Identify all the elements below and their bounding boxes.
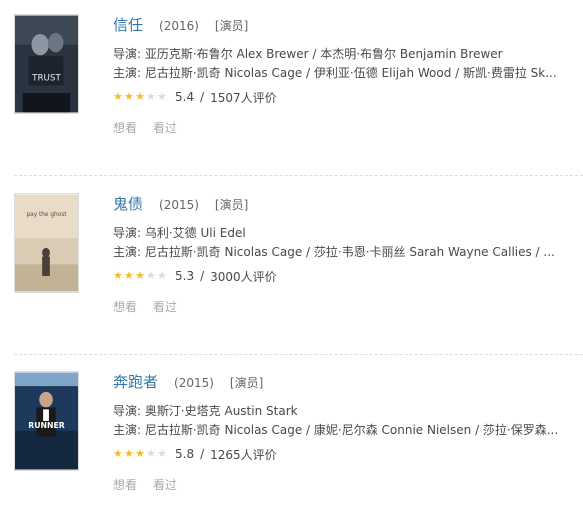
star-filled-icon: ★ bbox=[124, 90, 134, 103]
star-filled-icon: ★ bbox=[124, 269, 134, 282]
item-divider bbox=[14, 354, 583, 355]
watched-button[interactable]: 看过 bbox=[153, 121, 177, 135]
filmography-list: TRUST 信任 (2016) [演员] 导演: 亚历克斯·布鲁尔 Alex B… bbox=[0, 0, 583, 511]
item-divider bbox=[14, 175, 583, 176]
movie-actions: 想看 看过 bbox=[113, 476, 583, 493]
movie-role: [演员] bbox=[214, 19, 249, 33]
want-to-watch-button[interactable]: 想看 bbox=[113, 121, 137, 135]
movie-info: 奔跑者 (2015) [演员] 导演: 奥斯汀·史塔克 Austin Stark… bbox=[113, 371, 583, 493]
movie-poster[interactable]: pay the ghost bbox=[14, 193, 79, 293]
star-empty-icon: ★ bbox=[146, 90, 156, 103]
want-to-watch-button[interactable]: 想看 bbox=[113, 478, 137, 492]
movie-year: (2016) bbox=[159, 19, 199, 33]
star-filled-icon: ★ bbox=[135, 269, 145, 282]
movie-director: 导演: 亚历克斯·布鲁尔 Alex Brewer / 本杰明·布鲁尔 Benja… bbox=[113, 47, 503, 61]
movie-year: (2015) bbox=[159, 198, 199, 212]
star-empty-icon: ★ bbox=[146, 269, 156, 282]
movie-actions: 想看 看过 bbox=[113, 298, 583, 315]
star-filled-icon: ★ bbox=[124, 447, 134, 460]
poster-image: RUNNER bbox=[15, 372, 78, 470]
movie-director: 导演: 乌利·艾德 Uli Edel bbox=[113, 226, 246, 240]
rating-votes: 3000人评价 bbox=[210, 269, 277, 284]
movie-title-link[interactable]: 信任 bbox=[113, 14, 143, 35]
star-filled-icon: ★ bbox=[113, 90, 123, 103]
rating-score: 5.3 bbox=[175, 269, 195, 283]
star-filled-icon: ★ bbox=[113, 269, 123, 282]
movie-info: 信任 (2016) [演员] 导演: 亚历克斯·布鲁尔 Alex Brewer … bbox=[113, 14, 583, 136]
star-filled-icon: ★ bbox=[135, 90, 145, 103]
movie-item: RUNNER 奔跑者 (2015) [演员] 导演: 奥斯汀·史塔克 Austi… bbox=[0, 371, 583, 511]
movie-rating: ★ ★ ★ ★ ★ 5.4 / 1507人评价 bbox=[113, 88, 583, 106]
rating-votes: 1507人评价 bbox=[210, 90, 277, 105]
movie-poster[interactable]: TRUST bbox=[14, 14, 79, 114]
movie-actions: 想看 看过 bbox=[113, 119, 583, 136]
star-filled-icon: ★ bbox=[113, 447, 123, 460]
svg-text:RUNNER: RUNNER bbox=[28, 421, 65, 430]
movie-poster[interactable]: RUNNER bbox=[14, 371, 79, 471]
movie-title-link[interactable]: 奔跑者 bbox=[113, 371, 158, 392]
movie-role: [演员] bbox=[214, 198, 249, 212]
star-empty-icon: ★ bbox=[146, 447, 156, 460]
movie-cast: 主演: 尼古拉斯·凯奇 Nicolas Cage / 康妮·尼尔森 Connie… bbox=[113, 423, 559, 437]
rating-votes: 1265人评价 bbox=[210, 447, 277, 462]
rating-separator: / bbox=[200, 447, 205, 461]
movie-item: pay the ghost 鬼债 (2015) [演员] 导演: 乌利·艾德 U… bbox=[0, 193, 583, 355]
rating-score: 5.4 bbox=[175, 90, 195, 104]
movie-title-link[interactable]: 鬼债 bbox=[113, 193, 143, 214]
star-empty-icon: ★ bbox=[157, 90, 167, 103]
watched-button[interactable]: 看过 bbox=[153, 300, 177, 314]
poster-image: TRUST bbox=[15, 15, 78, 113]
watched-button[interactable]: 看过 bbox=[153, 478, 177, 492]
poster-image: pay the ghost bbox=[15, 194, 78, 292]
rating-stars: ★ ★ ★ ★ ★ bbox=[113, 91, 169, 103]
svg-text:pay the ghost: pay the ghost bbox=[26, 212, 67, 218]
rating-stars: ★ ★ ★ ★ ★ bbox=[113, 448, 169, 460]
rating-separator: / bbox=[200, 90, 205, 104]
movie-cast: 主演: 尼古拉斯·凯奇 Nicolas Cage / 莎拉·韦恩·卡丽丝 Sar… bbox=[113, 245, 555, 259]
movie-director: 导演: 奥斯汀·史塔克 Austin Stark bbox=[113, 404, 298, 418]
movie-rating: ★ ★ ★ ★ ★ 5.8 / 1265人评价 bbox=[113, 445, 583, 463]
movie-role: [演员] bbox=[229, 376, 264, 390]
want-to-watch-button[interactable]: 想看 bbox=[113, 300, 137, 314]
star-empty-icon: ★ bbox=[157, 269, 167, 282]
movie-cast: 主演: 尼古拉斯·凯奇 Nicolas Cage / 伊利亚·伍德 Elijah… bbox=[113, 66, 557, 80]
movie-rating: ★ ★ ★ ★ ★ 5.3 / 3000人评价 bbox=[113, 267, 583, 285]
star-filled-icon: ★ bbox=[135, 447, 145, 460]
movie-year: (2015) bbox=[174, 376, 214, 390]
rating-separator: / bbox=[200, 269, 205, 283]
movie-info: 鬼债 (2015) [演员] 导演: 乌利·艾德 Uli Edel 主演: 尼古… bbox=[113, 193, 583, 315]
star-empty-icon: ★ bbox=[157, 447, 167, 460]
movie-item: TRUST 信任 (2016) [演员] 导演: 亚历克斯·布鲁尔 Alex B… bbox=[0, 14, 583, 176]
svg-text:TRUST: TRUST bbox=[31, 73, 61, 83]
rating-score: 5.8 bbox=[175, 447, 195, 461]
rating-stars: ★ ★ ★ ★ ★ bbox=[113, 270, 169, 282]
